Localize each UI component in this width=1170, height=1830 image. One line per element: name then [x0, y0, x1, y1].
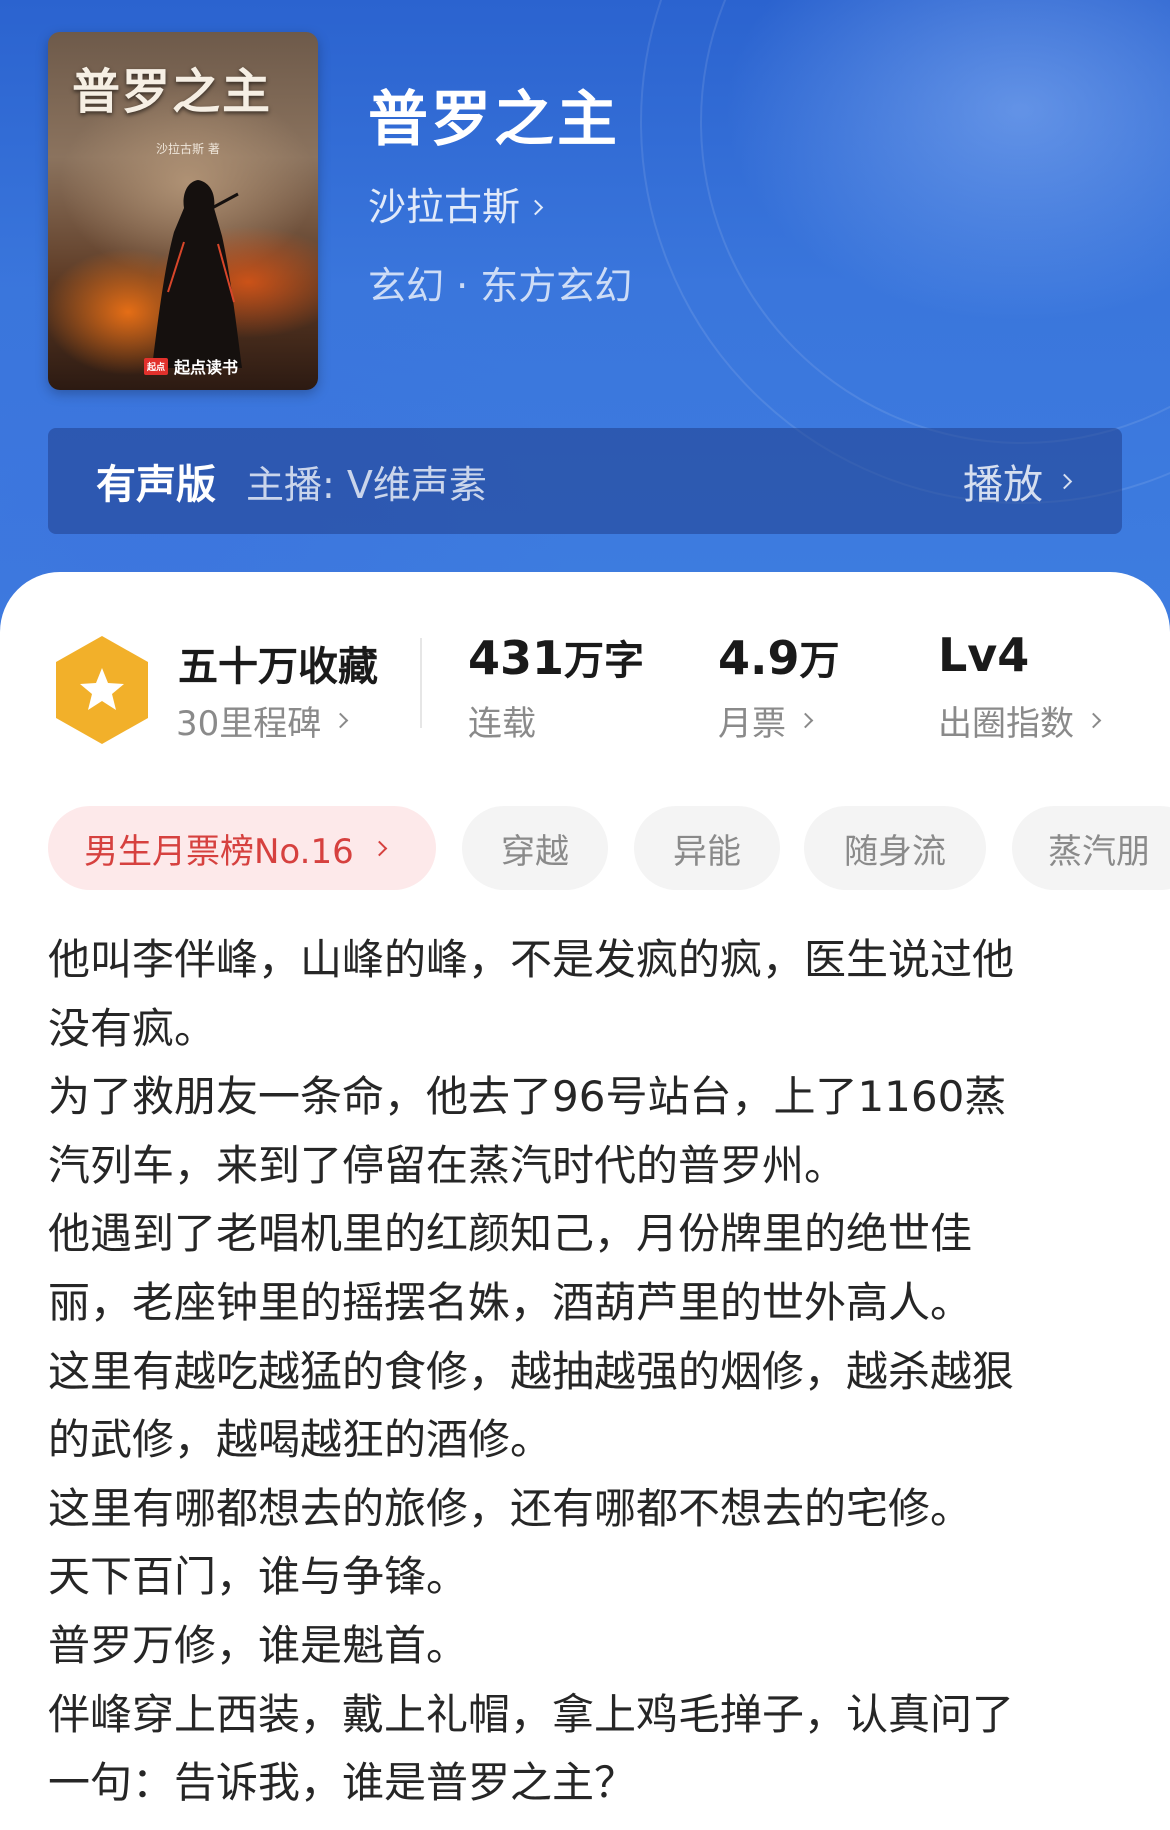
monthly-tickets-unit: 万 — [799, 638, 840, 684]
author-link[interactable]: 沙拉古斯 — [368, 183, 544, 231]
cover-title: 普罗之主 — [72, 64, 273, 120]
synopsis-line: 的武修，越喝越狂的酒修。 — [48, 1415, 553, 1465]
chevron-right-icon — [1056, 473, 1073, 489]
audiobook-bar[interactable]: 有声版 主播: V维声素 播放 — [48, 428, 1122, 534]
publisher-mark: 起点 — [144, 357, 169, 375]
influence-level: Lv4 — [938, 628, 1029, 682]
synopsis-line: 伴峰穿上西装，戴上礼帽，拿上鸡毛掸子，认真问了 — [48, 1689, 1015, 1739]
cover-author: 沙拉古斯 著 — [156, 142, 220, 156]
ranking-tag[interactable]: 男生月票榜No.16 — [48, 806, 436, 890]
tag-list: 男生月票榜No.16 穿越 异能 随身流 蒸汽朋 — [48, 806, 1170, 890]
synopsis-line: 他叫李伴峰，山峰的峰，不是发疯的疯，医生说过他 — [48, 935, 1015, 984]
influence-level-value: Lv4 — [938, 628, 1030, 682]
publisher-name: 起点读书 — [174, 358, 239, 377]
audiobook-host: 主播: V维声素 — [246, 462, 487, 507]
word-count-unit: 万字 — [564, 638, 645, 684]
monthly-tickets: 4.9万 — [718, 628, 840, 686]
play-button[interactable]: 播放 — [963, 428, 1073, 534]
stats-row: 五十万收藏 30里程碑 431万字 连载 4.9万 月票 Lv4 出圈指数 — [0, 572, 1170, 772]
book-cover[interactable]: 普罗之主 沙拉古斯 著 起点 起点读书 — [48, 32, 318, 390]
genre-tags[interactable]: 玄幻 · 东方玄幻 — [368, 262, 632, 310]
synopsis-line: 一句：告诉我，谁是普罗之主？ — [48, 1758, 637, 1808]
audiobook-label: 有声版 — [96, 462, 216, 508]
word-count: 431万字 — [468, 628, 644, 686]
monthly-tickets-link[interactable]: 月票 — [718, 696, 814, 745]
synopsis-line: 为了救朋友一条命，他去了96号站台，上了1160蒸 — [48, 1072, 1007, 1122]
chevron-right-icon — [332, 712, 349, 729]
chevron-right-icon — [797, 712, 814, 729]
divider — [420, 638, 422, 728]
favorites-count: 五十万收藏 — [178, 644, 378, 690]
word-count-number: 431 — [468, 631, 565, 685]
serial-status-label: 连载 — [468, 704, 536, 744]
star-hexagon-icon — [56, 636, 148, 744]
chevron-right-icon — [1085, 712, 1102, 729]
book-detail-card: 五十万收藏 30里程碑 431万字 连载 4.9万 月票 Lv4 出圈指数 男生 — [0, 572, 1170, 1830]
play-label: 播放 — [963, 462, 1043, 508]
header-background: 普罗之主 沙拉古斯 著 起点 起点读书 普罗之主 沙拉古斯 玄幻 · 东方玄幻 … — [0, 0, 1170, 640]
influence-index-link[interactable]: 出圈指数 — [938, 696, 1102, 745]
synopsis-line: 普罗万修，谁是魁首。 — [48, 1620, 469, 1670]
synopsis-line: 这里有哪都想去的旅修，还有哪都不想去的宅修。 — [48, 1483, 973, 1533]
book-title: 普罗之主 — [368, 85, 620, 155]
tag-chip[interactable]: 异能 — [634, 806, 780, 890]
milestone-label: 30里程碑 — [176, 704, 322, 744]
synopsis-line: 天下百门，谁与争锋。 — [48, 1552, 469, 1602]
synopsis-line: 没有疯。 — [48, 1003, 217, 1053]
cloaked-figure-illustration — [152, 180, 242, 368]
synopsis-line: 汽列车，来到了停留在蒸汽时代的普罗州。 — [48, 1140, 847, 1190]
tag-chip[interactable]: 随身流 — [804, 806, 986, 890]
monthly-tickets-number: 4.9 — [718, 631, 800, 685]
chevron-right-icon — [527, 199, 544, 215]
serial-status: 连载 — [468, 696, 536, 745]
monthly-tickets-label: 月票 — [718, 704, 786, 744]
cover-publisher-logo: 起点 起点读书 — [144, 354, 238, 378]
book-synopsis: 他叫李伴峰，山峰的峰，不是发疯的疯，医生说过他 没有疯。 为了救朋友一条命，他去… — [48, 926, 1128, 1818]
chevron-right-icon — [371, 840, 387, 856]
synopsis-line: 这里有越吃越猛的食修，越抽越强的烟修，越杀越狠 — [48, 1346, 1015, 1396]
tag-chip[interactable]: 穿越 — [462, 806, 608, 890]
ranking-label: 男生月票榜No.16 — [84, 831, 354, 872]
tag-chip[interactable]: 蒸汽朋 — [1012, 806, 1170, 890]
synopsis-line: 他遇到了老唱机里的红颜知己，月份牌里的绝世佳 — [48, 1209, 973, 1259]
synopsis-line: 丽，老座钟里的摇摆名姝，酒葫芦里的世外高人。 — [48, 1277, 973, 1327]
author-name: 沙拉古斯 — [368, 185, 521, 229]
influence-index-label: 出圈指数 — [938, 704, 1074, 744]
milestone-link[interactable]: 30里程碑 — [176, 696, 349, 745]
